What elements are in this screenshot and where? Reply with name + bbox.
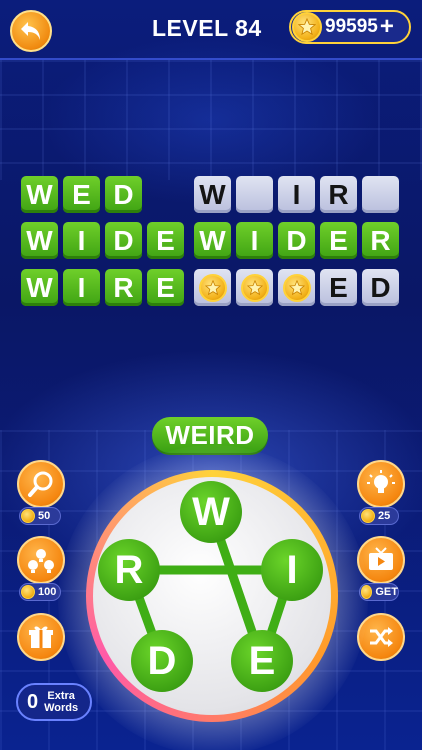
wheel-letter-r[interactable]: R — [98, 539, 160, 601]
wheel-letter-d[interactable]: D — [131, 630, 193, 692]
wheel-letter-e[interactable]: E — [231, 630, 293, 692]
wheel-letter-w[interactable]: W — [180, 481, 242, 543]
wheel-letter-i[interactable]: I — [261, 539, 323, 601]
swipe-path — [124, 507, 297, 666]
